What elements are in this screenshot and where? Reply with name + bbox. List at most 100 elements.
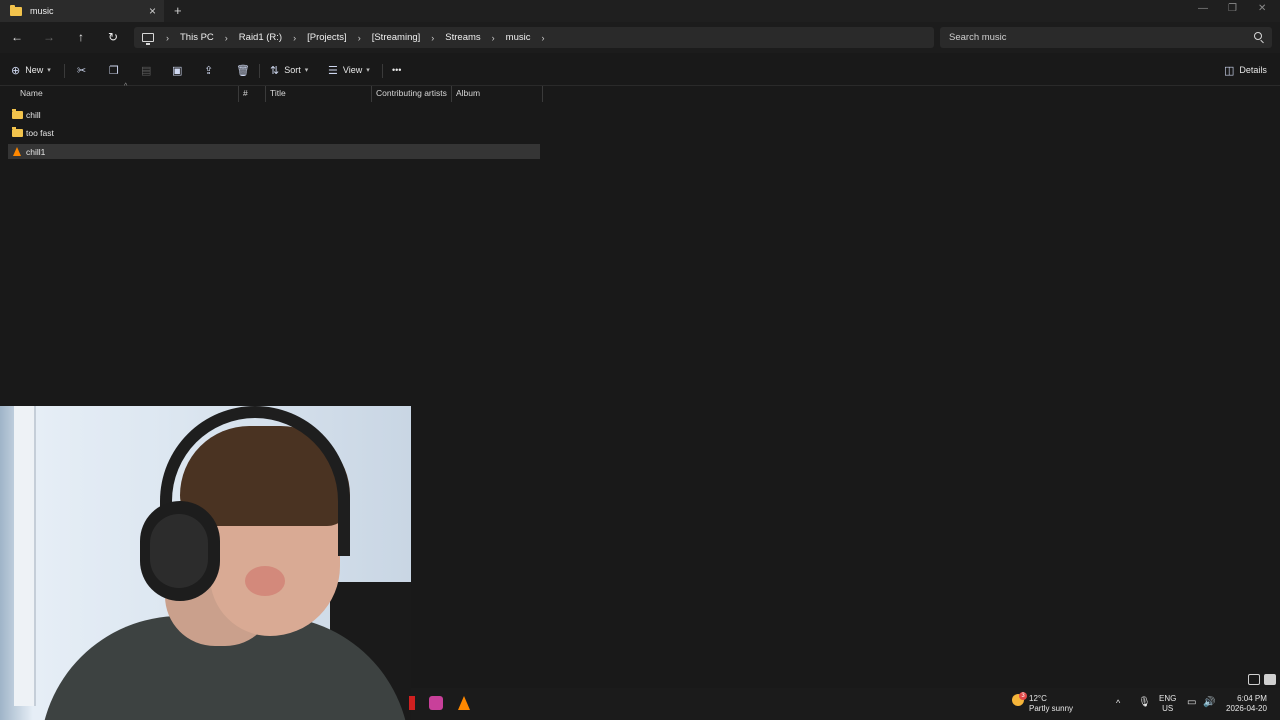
divider: [64, 64, 65, 78]
file-name: chill1: [26, 146, 46, 157]
navigation-bar: ← → ↑ ↻ › This PC › Raid1 (R:) › [Projec…: [0, 22, 1280, 53]
language-indicator[interactable]: ENG US: [1159, 694, 1176, 714]
divider: [259, 64, 260, 78]
chevron-right-icon[interactable]: ›: [166, 33, 169, 43]
chevron-right-icon[interactable]: ›: [492, 33, 495, 43]
clock-time: 6:04 PM: [1237, 694, 1267, 703]
sort-label: Sort: [284, 65, 301, 75]
clock-date: 2026-04-20: [1226, 704, 1267, 713]
view-button[interactable]: ☰ View ▾: [328, 62, 370, 78]
copy-button[interactable]: ❐: [109, 62, 124, 78]
app-icon[interactable]: [409, 696, 415, 710]
title-bar: music × + — ❐ ✕: [0, 0, 1280, 22]
folder-icon: [10, 4, 22, 16]
file-row-chill[interactable]: chill: [8, 107, 540, 122]
file-row-chill1[interactable]: chill1: [8, 144, 540, 159]
minimize-button[interactable]: —: [1198, 3, 1208, 14]
folder-icon: [12, 126, 23, 137]
chevron-right-icon[interactable]: ›: [541, 33, 544, 43]
tab-title: music: [30, 6, 54, 16]
breadcrumb-streaming[interactable]: [Streaming]: [372, 32, 421, 43]
column-header-title[interactable]: Title: [266, 86, 372, 102]
sort-icon: ⇅: [270, 64, 280, 77]
webcam-door: [14, 406, 36, 706]
close-window-button[interactable]: ✕: [1258, 3, 1266, 14]
weather-temp: 12°C: [1029, 694, 1047, 703]
column-header-album[interactable]: Album: [452, 86, 543, 102]
details-label: Details: [1239, 65, 1267, 75]
webcam-person-cheek: [245, 566, 285, 596]
chevron-right-icon[interactable]: ›: [358, 33, 361, 43]
chevron-down-icon: ▾: [304, 67, 309, 74]
tab-music[interactable]: music ×: [0, 0, 164, 22]
clipboard-icon: ▤: [141, 64, 152, 77]
file-row-too-fast[interactable]: too fast: [8, 125, 540, 140]
network-icon[interactable]: ▭: [1187, 698, 1196, 708]
chevron-down-icon: ▾: [366, 67, 370, 74]
breadcrumb-streams[interactable]: Streams: [445, 32, 480, 43]
breadcrumb-projects[interactable]: [Projects]: [307, 32, 347, 43]
webcam-overlay: [0, 406, 411, 720]
large-icons-view-toggle[interactable]: [1264, 674, 1276, 685]
chevron-right-icon[interactable]: ›: [293, 33, 296, 43]
breadcrumb-this-pc[interactable]: This PC: [180, 32, 214, 43]
chevron-right-icon[interactable]: ›: [225, 33, 228, 43]
new-button[interactable]: ⊕ New ▾: [11, 62, 51, 78]
file-name: too fast: [26, 127, 54, 138]
cut-button[interactable]: ✂: [77, 62, 91, 78]
folder-icon: [12, 108, 23, 119]
scissors-icon: ✂: [77, 64, 87, 77]
share-button[interactable]: ⇪: [204, 62, 218, 78]
more-icon: •••: [392, 65, 402, 75]
column-headers: ^ Name # Title Contributing artists Albu…: [0, 83, 543, 102]
restore-button[interactable]: ❐: [1228, 3, 1237, 14]
rename-button[interactable]: ▣: [172, 62, 187, 78]
paste-button[interactable]: ▤: [141, 62, 156, 78]
trash-icon: 🗑: [236, 64, 250, 77]
tab-close-button[interactable]: ×: [149, 4, 156, 18]
more-options-button[interactable]: •••: [392, 62, 401, 78]
microphone-icon[interactable]: 🎙: [1138, 698, 1151, 708]
weather-badge: 3: [1019, 692, 1027, 700]
refresh-button[interactable]: ↻: [104, 28, 122, 46]
vlc-taskbar-icon[interactable]: [458, 696, 470, 710]
language-code: ENG: [1159, 694, 1177, 703]
rename-icon: ▣: [172, 64, 183, 77]
copy-icon: ❐: [109, 64, 119, 77]
volume-icon[interactable]: 🔊: [1203, 698, 1215, 708]
chevron-down-icon: ▾: [47, 67, 51, 74]
view-label: View: [342, 65, 363, 75]
details-view-toggle[interactable]: [1248, 674, 1260, 685]
search-placeholder: Search music: [949, 32, 1007, 43]
new-label: New: [25, 65, 44, 75]
view-icon: ☰: [328, 64, 338, 77]
details-button[interactable]: ◫ Details: [1224, 62, 1267, 78]
breadcrumb-raid1[interactable]: Raid1 (R:): [239, 32, 282, 43]
column-header-number[interactable]: #: [239, 86, 266, 102]
clock[interactable]: 6:04 PM 2026-04-20: [1226, 694, 1267, 714]
back-button[interactable]: ←: [8, 28, 26, 46]
share-icon: ⇪: [204, 64, 214, 77]
details-pane-icon: ◫: [1224, 64, 1235, 77]
app-icon[interactable]: [429, 696, 443, 710]
search-input[interactable]: Search music: [940, 27, 1272, 48]
weather-desc: Partly sunny: [1029, 704, 1074, 713]
sort-button[interactable]: ⇅ Sort ▾: [270, 62, 308, 78]
forward-button[interactable]: →: [40, 28, 58, 46]
new-tab-button[interactable]: +: [174, 3, 182, 18]
command-bar: ⊕ New ▾ ✂ ❐ ▤ ▣ ⇪ 🗑 ⇅ Sort ▾ ☰ View ▾ ••…: [0, 53, 1280, 86]
address-bar[interactable]: › This PC › Raid1 (R:) › [Projects] › [S…: [134, 27, 934, 48]
file-name: chill: [26, 109, 41, 120]
keyboard-layout: US: [1162, 704, 1174, 713]
delete-button[interactable]: 🗑: [236, 62, 255, 78]
vlc-cone-icon: [13, 147, 21, 156]
breadcrumb-music[interactable]: music: [506, 32, 531, 43]
column-header-name[interactable]: Name: [16, 86, 239, 102]
up-button[interactable]: ↑: [72, 28, 90, 46]
column-header-contributing-artists[interactable]: Contributing artists: [372, 86, 452, 102]
chevron-right-icon[interactable]: ›: [431, 33, 434, 43]
weather-widget[interactable]: 12°C Partly sunny: [1029, 694, 1073, 714]
show-hidden-icons-button[interactable]: ^: [1116, 698, 1120, 708]
plus-circle-icon: ⊕: [11, 64, 21, 77]
search-icon[interactable]: [1254, 32, 1262, 40]
